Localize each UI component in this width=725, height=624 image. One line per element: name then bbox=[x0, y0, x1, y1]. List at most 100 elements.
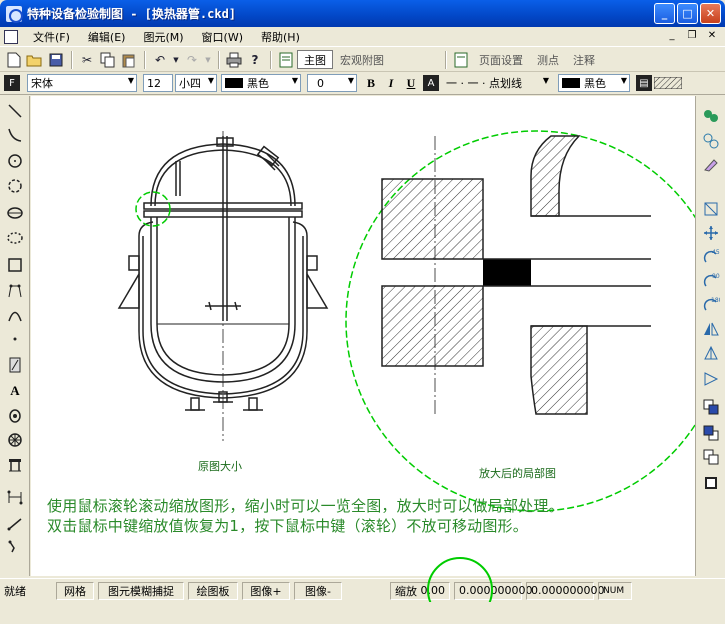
dimension-tool-icon[interactable] bbox=[4, 354, 26, 376]
circle-tool-icon[interactable] bbox=[4, 150, 26, 172]
point-tool-icon[interactable] bbox=[4, 328, 26, 350]
chevron-down-icon: ▼ bbox=[291, 76, 298, 85]
layer-down-icon[interactable] bbox=[700, 472, 722, 494]
tab-page-setup[interactable]: 页面设置 bbox=[472, 50, 530, 69]
text-color-select[interactable]: 黑色 ▼ bbox=[221, 74, 301, 92]
redo-icon[interactable]: ↷ bbox=[182, 50, 202, 70]
mdi-minimize-button[interactable]: _ bbox=[665, 30, 679, 41]
font-name-select[interactable]: 宋体 ▼ bbox=[27, 74, 137, 92]
triangle-tool-icon[interactable] bbox=[700, 368, 722, 390]
rotate-90-icon[interactable]: 90 bbox=[700, 270, 722, 292]
print-icon[interactable] bbox=[224, 50, 244, 70]
copy-icon[interactable] bbox=[98, 50, 118, 70]
arc-tool-icon[interactable] bbox=[4, 226, 26, 248]
line-width-spinner[interactable]: 0 ▼ bbox=[307, 74, 357, 92]
font-style-icon[interactable]: F bbox=[4, 75, 20, 91]
bring-front-icon[interactable] bbox=[700, 396, 722, 418]
menu-file[interactable]: 文件(F) bbox=[24, 29, 79, 45]
drawboard-button[interactable]: 绘图板 bbox=[188, 581, 238, 600]
menu-element[interactable]: 图元(M) bbox=[134, 29, 192, 45]
vessel-drawing bbox=[117, 131, 329, 441]
open-folder-icon[interactable] bbox=[25, 50, 45, 70]
page-setup-icon[interactable] bbox=[451, 50, 471, 70]
line-tool-icon[interactable] bbox=[4, 100, 26, 122]
mirror-icon[interactable] bbox=[700, 198, 722, 220]
underline-button[interactable]: U bbox=[401, 74, 421, 92]
status-bar: 就绪 网格 图元模糊捕捉 绘图板 图像+ 图像- 缩放 0.00 0.00000… bbox=[0, 578, 725, 602]
page-view-icon[interactable] bbox=[276, 50, 296, 70]
eraser-icon[interactable] bbox=[700, 154, 722, 176]
support-tool-icon[interactable] bbox=[4, 454, 26, 476]
font-size-select[interactable]: 12 bbox=[143, 74, 173, 92]
left-drawing-toolbar: A bbox=[0, 96, 30, 576]
help-icon[interactable]: ? bbox=[245, 50, 265, 70]
paste-icon[interactable] bbox=[119, 50, 139, 70]
line-style-select[interactable]: 一 · 一 · 点划线 ▼ bbox=[442, 74, 552, 92]
image-zoom-out-button[interactable]: 图像- bbox=[294, 581, 342, 600]
ungroup-icon[interactable] bbox=[700, 130, 722, 152]
document-icon[interactable] bbox=[4, 29, 18, 44]
redo-dropdown-icon[interactable]: ▼ bbox=[203, 50, 213, 70]
menu-window[interactable]: 窗口(W) bbox=[193, 29, 252, 45]
angle-tool-icon[interactable] bbox=[4, 512, 26, 534]
curve-tool-icon[interactable] bbox=[4, 304, 26, 326]
rotate-45-icon[interactable]: 45 bbox=[700, 246, 722, 268]
dashed-circle-tool-icon[interactable] bbox=[4, 175, 26, 197]
line-style-icon[interactable]: A bbox=[423, 75, 439, 91]
fill-pattern-icon[interactable]: ▤ bbox=[636, 75, 652, 91]
hint-text-line1: 使用鼠标滚轮滚动缩放图形，缩小时可以一览全图，放大时可以做局部处理。 bbox=[47, 497, 564, 515]
fill-color-select[interactable]: 黑色 ▼ bbox=[558, 74, 630, 92]
menu-edit[interactable]: 编辑(E) bbox=[79, 29, 135, 45]
drawing-canvas[interactable]: 原图大小 放大后的局部图 使用鼠标滚轮滚动缩放图形，缩小时可以一览全图，放大时可… bbox=[31, 96, 695, 576]
close-button[interactable]: ✕ bbox=[700, 3, 721, 24]
undo-dropdown-icon[interactable]: ▼ bbox=[171, 50, 181, 70]
flip-horizontal-icon[interactable] bbox=[700, 318, 722, 340]
undo-icon[interactable]: ↶ bbox=[150, 50, 170, 70]
leader-tool-icon[interactable] bbox=[4, 536, 26, 558]
hint-text-line2: 双击鼠标中键缩放值恢复为1，按下鼠标中键（滚轮）不放可移动图形。 bbox=[47, 517, 528, 535]
fill-color-value: 黑色 bbox=[584, 77, 606, 90]
font-size-name-select[interactable]: 小四 ▼ bbox=[175, 74, 217, 92]
caption-original-size: 原图大小 bbox=[198, 460, 242, 473]
move-icon[interactable] bbox=[700, 222, 722, 244]
text-tool-icon[interactable]: A bbox=[4, 380, 26, 402]
hatch-pattern-icon[interactable] bbox=[653, 73, 683, 93]
zoomed-detail-drawing bbox=[345, 130, 695, 512]
cut-icon[interactable]: ✂ bbox=[77, 50, 97, 70]
measure-dimension-icon[interactable] bbox=[4, 486, 26, 508]
tab-annotation[interactable]: 注释 bbox=[566, 50, 602, 69]
svg-text:45: 45 bbox=[712, 249, 720, 256]
tab-main-drawing[interactable]: 主图 bbox=[297, 50, 333, 69]
rotate-180-icon[interactable]: 180 bbox=[700, 294, 722, 316]
send-back-icon[interactable] bbox=[700, 422, 722, 444]
tab-measure-point[interactable]: 测点 bbox=[530, 50, 566, 69]
italic-button[interactable]: I bbox=[381, 74, 401, 92]
rectangle-tool-icon[interactable] bbox=[4, 254, 26, 276]
app-icon bbox=[6, 5, 23, 23]
menu-help[interactable]: 帮助(H) bbox=[252, 29, 309, 45]
new-file-icon[interactable] bbox=[4, 50, 24, 70]
maximize-button[interactable]: □ bbox=[677, 3, 698, 24]
mdi-restore-button[interactable]: ❐ bbox=[685, 30, 699, 41]
mdi-close-button[interactable]: ✕ bbox=[705, 30, 719, 41]
num-lock-indicator: NUM bbox=[598, 581, 632, 600]
polyline-tool-icon[interactable] bbox=[4, 124, 26, 146]
wheel-tool-icon[interactable] bbox=[4, 429, 26, 451]
tab-macro-attachment[interactable]: 宏观附图 bbox=[333, 50, 391, 69]
minimize-button[interactable]: _ bbox=[654, 3, 675, 24]
flip-vertical-icon[interactable] bbox=[700, 342, 722, 364]
grid-toggle-button[interactable]: 网格 bbox=[56, 581, 94, 600]
bold-button[interactable]: B bbox=[361, 74, 381, 92]
group-select-icon[interactable] bbox=[700, 106, 722, 128]
window-title: 特种设备检验制图 - [换热器管.ckd] bbox=[27, 7, 237, 21]
layer-up-icon[interactable] bbox=[700, 446, 722, 468]
svg-text:90: 90 bbox=[712, 273, 720, 280]
bezier-tool-icon[interactable] bbox=[4, 280, 26, 302]
save-icon[interactable] bbox=[46, 50, 66, 70]
weld-tool-icon[interactable] bbox=[4, 404, 26, 426]
snap-toggle-button[interactable]: 图元模糊捕捉 bbox=[98, 581, 184, 600]
image-zoom-in-button[interactable]: 图像+ bbox=[242, 581, 290, 600]
right-edit-toolbar: 45 90 180 bbox=[695, 96, 725, 576]
ellipse-tool-icon[interactable] bbox=[4, 202, 26, 224]
chevron-down-icon: ▼ bbox=[542, 76, 549, 85]
